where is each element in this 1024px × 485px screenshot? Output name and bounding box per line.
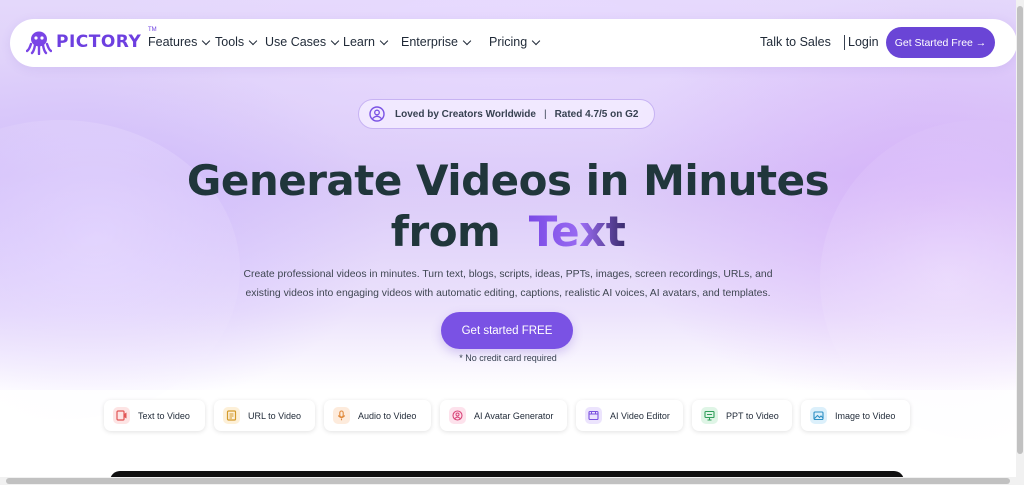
nav-features[interactable]: Features — [148, 35, 211, 49]
get-started-free-cta-button[interactable]: Get started FREE — [441, 312, 573, 349]
hero-subtitle-line-2: existing videos into engaging videos wit… — [245, 288, 771, 299]
horizontal-scrollbar[interactable] — [0, 477, 1016, 485]
badge-loved-text: Loved by Creators Worldwide — [395, 108, 536, 120]
badge-separator: | — [543, 108, 547, 120]
chip-text-to-video[interactable]: Text to Video — [104, 400, 205, 431]
chevron-down-icon — [531, 36, 541, 45]
brand-name: PICTORY — [56, 32, 142, 52]
nav-use-cases[interactable]: Use Cases — [265, 35, 340, 49]
hero-title-prefix: from — [390, 207, 501, 256]
video-editor-icon — [585, 407, 602, 424]
chip-ai-avatar-generator[interactable]: AI Avatar Generator — [440, 400, 567, 431]
brand-logo[interactable]: PICTORY TM — [26, 27, 157, 55]
image-icon — [810, 407, 827, 424]
nav-label: Tools — [215, 35, 245, 49]
chip-label: AI Video Editor — [610, 410, 670, 421]
chip-ppt-to-video[interactable]: PPT to Video — [692, 400, 792, 431]
chip-url-to-video[interactable]: URL to Video — [214, 400, 315, 431]
nav-label: Learn — [343, 35, 375, 49]
nav-label: Features — [148, 35, 198, 49]
chip-ai-video-editor[interactable]: AI Video Editor — [576, 400, 683, 431]
social-proof-badge: Loved by Creators Worldwide | Rated 4.7/… — [358, 99, 655, 129]
chip-image-to-video[interactable]: Image to Video — [801, 400, 910, 431]
hero-subtitle-line-1: Create professional videos in minutes. T… — [243, 269, 773, 280]
text-video-icon — [113, 407, 130, 424]
chip-audio-to-video[interactable]: Audio to Video — [324, 400, 431, 431]
scrollbar-thumb[interactable] — [6, 478, 1010, 484]
avatar-icon — [449, 407, 466, 424]
vertical-scrollbar[interactable] — [1016, 0, 1024, 485]
microphone-icon — [333, 407, 350, 424]
chip-label: Audio to Video — [358, 410, 417, 421]
hero-title-line-2: from Text — [0, 207, 1016, 257]
trademark: TM — [148, 27, 157, 33]
nav-divider — [844, 35, 845, 50]
hero-title-line-1: Generate Videos in Minutes — [186, 156, 830, 205]
chevron-down-icon — [330, 36, 340, 45]
chip-label: AI Avatar Generator — [474, 410, 554, 421]
no-credit-card-note: * No credit card required — [459, 353, 557, 363]
nav-pricing[interactable]: Pricing — [489, 35, 541, 49]
octopus-logo-icon — [26, 31, 52, 55]
nav-label: Pricing — [489, 35, 528, 49]
chevron-down-icon — [202, 36, 211, 45]
url-doc-icon — [223, 407, 240, 424]
chip-label: URL to Video — [248, 410, 302, 421]
hero-title-accent: Text — [528, 207, 626, 256]
nav-label: Use Cases — [265, 35, 327, 49]
nav-label: Enterprise — [401, 35, 458, 49]
chevron-down-icon — [248, 36, 258, 45]
scrollbar-thumb[interactable] — [1017, 6, 1023, 454]
talk-to-sales-link[interactable]: Talk to Sales — [760, 35, 831, 49]
top-navbar: PICTORY TM Features Tools Use Cases Lear… — [10, 19, 1017, 67]
badge-rating-text: Rated 4.7/5 on G2 — [554, 108, 639, 120]
get-started-free-button[interactable]: Get Started Free → — [886, 27, 995, 58]
chevron-down-icon — [462, 36, 472, 45]
chip-label: Image to Video — [835, 410, 896, 421]
user-circle-icon — [369, 106, 385, 122]
nav-learn[interactable]: Learn — [343, 35, 389, 49]
chevron-down-icon — [379, 36, 389, 45]
chip-label: PPT to Video — [726, 410, 779, 421]
nav-enterprise[interactable]: Enterprise — [401, 35, 472, 49]
login-link[interactable]: Login — [848, 35, 879, 49]
nav-tools[interactable]: Tools — [215, 35, 258, 49]
presentation-icon — [701, 407, 718, 424]
chip-label: Text to Video — [138, 410, 190, 421]
